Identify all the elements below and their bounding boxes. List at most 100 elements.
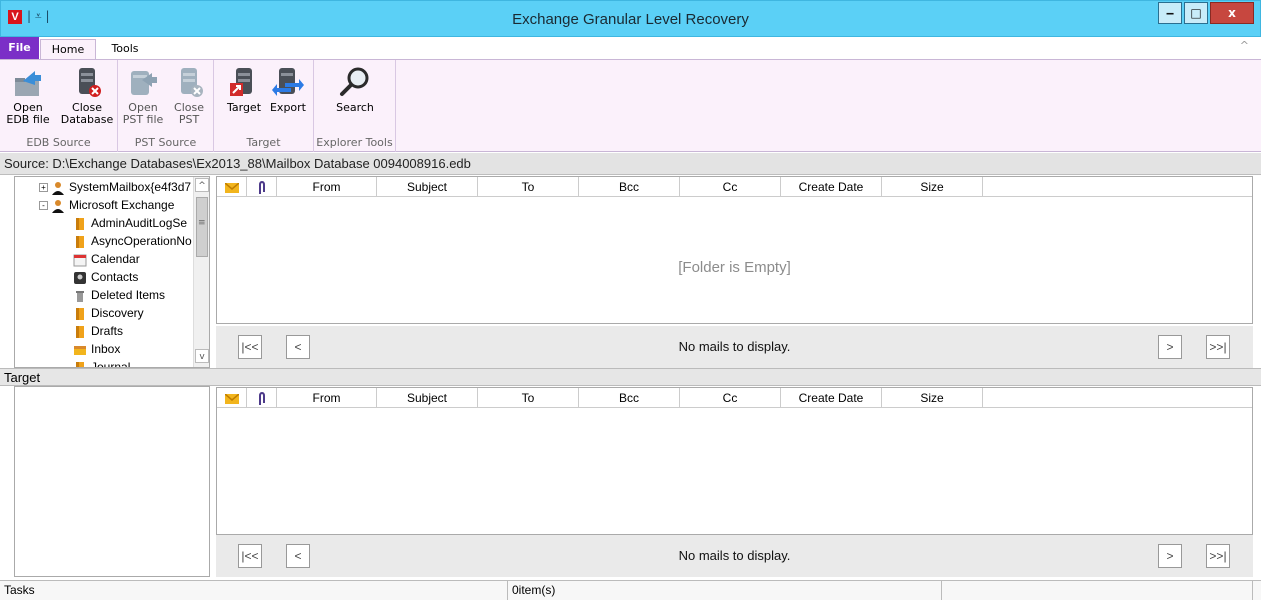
- search-label: Search: [336, 101, 374, 114]
- group-label-explorer-tools: Explorer Tools: [316, 136, 393, 149]
- tree-item-contacts[interactable]: Contacts: [73, 268, 138, 286]
- source-path: Source: D:\Exchange Databases\Ex2013_88\…: [0, 153, 1261, 175]
- open-edb-button[interactable]: Open EDB file: [0, 65, 56, 126]
- col-from[interactable]: From: [277, 388, 377, 408]
- col-to[interactable]: To: [478, 388, 579, 408]
- col-create-date[interactable]: Create Date: [781, 177, 882, 197]
- tree-item-label: AsyncOperationNo: [91, 234, 192, 248]
- window-title: Exchange Granular Level Recovery: [512, 11, 749, 28]
- tree-item-label: Discovery: [91, 306, 144, 320]
- export-button[interactable]: Export: [266, 65, 310, 114]
- col-create-date[interactable]: Create Date: [781, 388, 882, 408]
- close-database-label: Close Database: [60, 101, 114, 126]
- target-mail-grid[interactable]: From Subject To Bcc Cc Create Date Size: [216, 387, 1253, 535]
- folder-icon: [76, 307, 84, 320]
- col-envelope[interactable]: [217, 388, 247, 408]
- tree-item-inbox[interactable]: Inbox: [73, 340, 120, 358]
- collapse-icon[interactable]: -: [39, 201, 48, 211]
- col-to[interactable]: To: [478, 177, 579, 197]
- tree-item-label: Drafts: [91, 324, 124, 338]
- tab-home[interactable]: Home: [40, 39, 96, 59]
- ribbon-group-edb-source: Open EDB file Close Database EDB Source: [0, 60, 118, 152]
- next-page-button[interactable]: >: [1158, 544, 1182, 568]
- source-mail-grid[interactable]: From Subject To Bcc Cc Create Date Size …: [216, 176, 1253, 324]
- search-icon: [340, 67, 369, 96]
- tree-scrollbar[interactable]: ^ ≡ v: [193, 177, 209, 367]
- search-button[interactable]: Search: [328, 65, 382, 114]
- open-edb-icon: [15, 71, 41, 96]
- col-attachment[interactable]: [247, 388, 277, 408]
- scroll-thumb[interactable]: ≡: [196, 197, 208, 257]
- open-pst-label: Open PST file: [122, 101, 164, 126]
- tree-item-discovery[interactable]: Discovery: [73, 304, 144, 322]
- status-bar: Tasks 0item(s): [0, 580, 1261, 600]
- trash-icon: [76, 290, 84, 302]
- group-label-pst-source: PST Source: [134, 136, 197, 149]
- contacts-icon: [74, 271, 86, 284]
- source-pager: |<< < No mails to display. > >>|: [216, 326, 1253, 368]
- group-label-target: Target: [246, 136, 281, 149]
- target-button[interactable]: Target: [222, 65, 266, 114]
- tree-item-journal[interactable]: Journal: [73, 358, 131, 368]
- ribbon-group-explorer-tools: Search Explorer Tools: [314, 60, 396, 152]
- target-label: Target: [226, 101, 262, 114]
- close-pst-icon: [181, 68, 203, 97]
- col-bcc[interactable]: Bcc: [579, 388, 680, 408]
- col-cc[interactable]: Cc: [680, 388, 781, 408]
- tree-item-deleted-items[interactable]: Deleted Items: [73, 286, 165, 304]
- pager-message: No mails to display.: [678, 548, 791, 563]
- tree-item-drafts[interactable]: Drafts: [73, 322, 123, 340]
- minimize-button[interactable]: ‒: [1158, 2, 1182, 24]
- tree-item-asyncoperation[interactable]: AsyncOperationNo: [73, 232, 192, 250]
- maximize-button[interactable]: □: [1184, 2, 1208, 24]
- tree-item-microsoft-exchange[interactable]: - Microsoft Exchange: [39, 196, 174, 214]
- title-bar: V | ⩡ | Exchange Granular Level Recovery…: [0, 0, 1261, 37]
- scroll-up-icon[interactable]: ^: [195, 178, 209, 192]
- collapse-ribbon-icon[interactable]: ^: [1240, 39, 1249, 52]
- close-pst-button[interactable]: Close PST: [166, 65, 212, 126]
- target-section-label: Target: [0, 368, 1261, 386]
- export-label: Export: [269, 101, 306, 114]
- col-cc[interactable]: Cc: [680, 177, 781, 197]
- last-page-button[interactable]: >>|: [1206, 335, 1230, 359]
- grid-header: From Subject To Bcc Cc Create Date Size: [217, 177, 1252, 197]
- window-controls: ‒ □ x: [1156, 2, 1254, 24]
- col-bcc[interactable]: Bcc: [579, 177, 680, 197]
- last-page-button[interactable]: >>|: [1206, 544, 1230, 568]
- close-database-icon: [79, 68, 101, 97]
- tree-item-systemmailbox[interactable]: + SystemMailbox{e4f3d7: [39, 178, 191, 196]
- mailbox-tree[interactable]: + SystemMailbox{e4f3d7 - Microsoft Exchang…: [14, 176, 210, 368]
- expand-icon[interactable]: +: [39, 183, 48, 193]
- target-tree[interactable]: [14, 386, 210, 577]
- tab-file[interactable]: File: [0, 37, 39, 59]
- folder-empty-message: [Folder is Empty]: [678, 259, 791, 276]
- tree-item-label: SystemMailbox{e4f3d7: [69, 180, 192, 194]
- tree-item-calendar[interactable]: Calendar: [73, 250, 140, 268]
- col-attachment[interactable]: [247, 177, 277, 197]
- col-subject[interactable]: Subject: [377, 177, 478, 197]
- close-database-button[interactable]: Close Database: [58, 65, 116, 126]
- open-pst-button[interactable]: Open PST file: [120, 65, 166, 126]
- next-page-button[interactable]: >: [1158, 335, 1182, 359]
- status-tasks: Tasks: [0, 581, 508, 600]
- export-icon: [272, 68, 304, 96]
- tree-item-label: Deleted Items: [91, 288, 166, 302]
- scroll-down-icon[interactable]: v: [195, 349, 209, 363]
- col-size[interactable]: Size: [882, 177, 983, 197]
- tab-tools[interactable]: Tools: [105, 39, 145, 59]
- scroll-grip-icon: ≡: [198, 218, 206, 228]
- tree-item-label: Journal: [91, 360, 131, 368]
- attachment-icon: [258, 391, 265, 405]
- target-icon: [230, 68, 252, 96]
- tree-item-adminauditlog[interactable]: AdminAuditLogSe: [73, 214, 187, 232]
- col-size[interactable]: Size: [882, 388, 983, 408]
- col-subject[interactable]: Subject: [377, 388, 478, 408]
- tree-item-label: AdminAuditLogSe: [91, 216, 188, 230]
- tree-item-label: Inbox: [91, 342, 121, 356]
- envelope-icon: [224, 393, 239, 404]
- close-button[interactable]: x: [1210, 2, 1254, 24]
- col-from[interactable]: From: [277, 177, 377, 197]
- folder-icon: [76, 217, 84, 230]
- user-icon: [52, 181, 64, 195]
- col-envelope[interactable]: [217, 177, 247, 197]
